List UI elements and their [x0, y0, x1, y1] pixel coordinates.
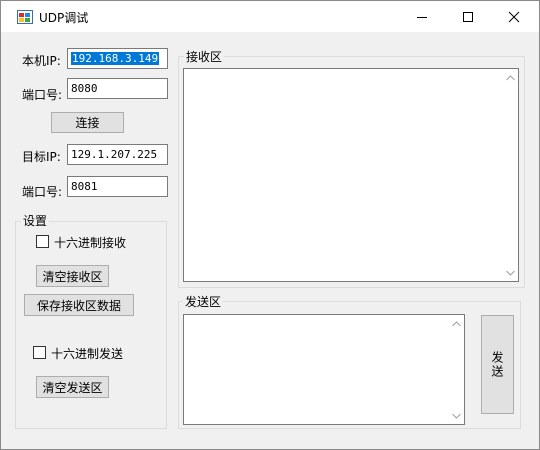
hex-receive-label[interactable]: 十六进制接收 [54, 234, 126, 251]
local-ip-value: 192.168.3.149 [71, 52, 160, 65]
scroll-down-arrow-icon[interactable] [448, 407, 465, 424]
scroll-up-arrow-icon[interactable] [448, 315, 465, 332]
udp-debug-window: UDP调试 本机IP: 192.168.3.149 端口号: 8080 连接 目… [0, 0, 540, 450]
target-ip-input[interactable]: 129.1.207.225 [67, 144, 168, 165]
send-button[interactable]: 发送 [481, 315, 514, 414]
maximize-icon [463, 11, 473, 22]
receive-scrollbar[interactable] [501, 69, 518, 281]
minimize-button[interactable] [399, 1, 445, 32]
close-button[interactable] [491, 1, 537, 32]
send-textarea[interactable] [183, 314, 465, 425]
clear-receive-button[interactable]: 清空接收区 [36, 265, 109, 287]
target-ip-label: 目标IP: [22, 150, 61, 164]
window-title: UDP调试 [39, 11, 89, 25]
send-scrollbar[interactable] [447, 315, 464, 424]
hex-send-label[interactable]: 十六进制发送 [51, 345, 123, 362]
title-bar[interactable]: UDP调试 [1, 1, 539, 32]
maximize-button[interactable] [445, 1, 491, 32]
close-icon [508, 11, 520, 22]
connect-button[interactable]: 连接 [51, 112, 124, 133]
target-port-input[interactable]: 8081 [67, 176, 168, 197]
send-title: 发送区 [183, 293, 224, 310]
receive-textarea[interactable] [183, 68, 519, 282]
hex-receive-checkbox[interactable] [36, 235, 49, 248]
settings-title: 设置 [21, 212, 50, 229]
local-port-label: 端口号: [22, 88, 63, 102]
minimize-icon [417, 16, 427, 18]
app-icon [17, 10, 33, 24]
local-ip-label: 本机IP: [22, 54, 61, 68]
receive-title: 接收区 [184, 48, 225, 65]
hex-send-checkbox[interactable] [33, 346, 46, 359]
local-ip-input[interactable]: 192.168.3.149 [67, 48, 168, 69]
clear-send-button[interactable]: 清空发送区 [36, 376, 109, 398]
target-port-label: 端口号: [22, 185, 63, 199]
save-receive-button[interactable]: 保存接收区数据 [24, 294, 134, 316]
local-port-input[interactable]: 8080 [67, 78, 168, 99]
scroll-up-arrow-icon[interactable] [502, 69, 519, 86]
scroll-down-arrow-icon[interactable] [502, 264, 519, 281]
